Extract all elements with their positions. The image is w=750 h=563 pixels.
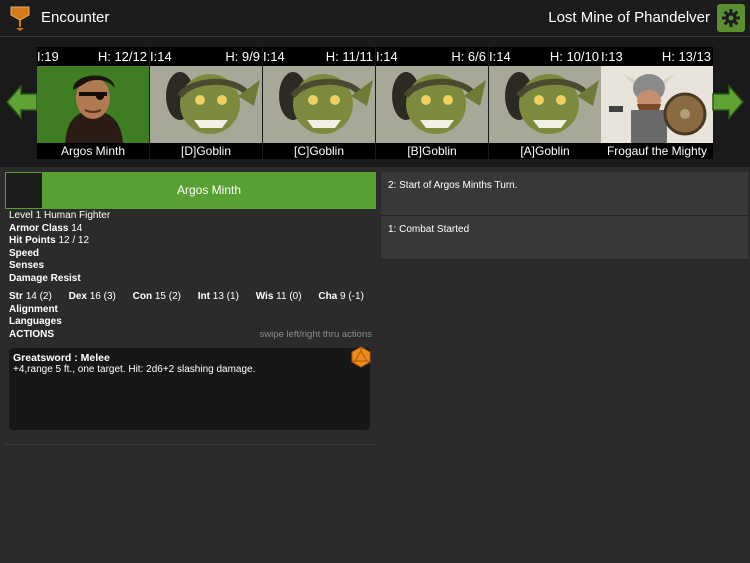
- initiative-value: I:14: [150, 49, 172, 64]
- hit-points-value: H: 13/13: [661, 49, 711, 64]
- initiative-value: I:19: [37, 49, 59, 64]
- divider: [5, 444, 376, 445]
- combatant-card[interactable]: I:14 H: 11/11 [C]Goblin: [263, 47, 375, 159]
- log-entry[interactable]: 1: Combat Started: [381, 216, 748, 260]
- combatant-name: [D]Goblin: [150, 143, 262, 159]
- log-entry-text: 2: Start of Argos Minths Turn.: [388, 180, 518, 191]
- character-name: Argos Minth: [176, 183, 242, 197]
- hit-points-value: H: 11/11: [325, 49, 373, 64]
- ability-str: Str 14 (2): [9, 291, 52, 302]
- settings-button[interactable]: [717, 4, 745, 32]
- next-turn-button[interactable]: [711, 84, 745, 120]
- hit-points-label: Hit Points: [9, 235, 56, 246]
- goblin-portrait: [376, 66, 488, 143]
- hit-points-value: H: 10/10: [549, 49, 599, 64]
- character-thumbnail[interactable]: [6, 173, 42, 208]
- hit-points-value: H: 6/6: [451, 49, 486, 64]
- hit-points-value: H: 9/9: [225, 49, 260, 64]
- action-description: +4,range 5 ft., one target. Hit: 2d6+2 s…: [13, 364, 256, 375]
- ability-scores: Str 14 (2) Dex 16 (3) Con 15 (2) Int 13 …: [9, 291, 374, 304]
- damage-resist-label: Damage Resist: [9, 272, 81, 284]
- stat-block: Level 1 Human Fighter Armor Class 14 Hit…: [9, 210, 374, 341]
- character-summary: Level 1 Human Fighter: [9, 210, 111, 221]
- combatant-name: Argos Minth: [37, 143, 149, 159]
- ability-int: Int 13 (1): [197, 291, 239, 302]
- goblin-portrait: [263, 66, 375, 143]
- combatant-stats: I:14 H: 10/10: [489, 47, 601, 66]
- top-bar: Encounter Lost Mine of Phandelver: [0, 0, 750, 37]
- initiative-value: I:14: [263, 49, 285, 64]
- hit-points-value: H: 12/12: [97, 49, 147, 64]
- action-card[interactable]: Greatsword : Melee +4,range 5 ft., one t…: [9, 346, 372, 430]
- dwarf-warrior-portrait: [601, 66, 713, 143]
- page-title: Encounter: [41, 9, 110, 26]
- combatant-card[interactable]: I:14 H: 6/6 [B]Goblin: [376, 47, 488, 159]
- combatant-card[interactable]: I:14 H: 9/9 [D]Goblin: [150, 47, 262, 159]
- armor-class-value: 14: [71, 222, 83, 234]
- armor-class-row: Armor Class 14: [9, 223, 374, 236]
- combatant-name: [C]Goblin: [263, 143, 375, 159]
- swipe-hint: swipe left/right thru actions: [259, 329, 372, 340]
- combatant-stats: I:14 H: 11/11: [263, 47, 375, 66]
- actions-heading: ACTIONS: [9, 328, 54, 340]
- gear-icon: [722, 9, 740, 27]
- d20-dice-icon[interactable]: [350, 346, 372, 368]
- character-name-bar[interactable]: Argos Minth: [5, 172, 376, 209]
- ability-cha: Cha 9 (-1): [318, 291, 364, 302]
- senses-label: Senses: [9, 260, 45, 271]
- initiative-value: I:14: [489, 49, 511, 64]
- log-entry-text: 1: Combat Started: [388, 224, 470, 235]
- combatant-name: [B]Goblin: [376, 143, 488, 159]
- alignment-label: Alignment: [9, 303, 58, 315]
- action-name: Greatsword : Melee: [13, 352, 110, 364]
- initiative-value: I:13: [601, 49, 623, 64]
- goblin-portrait: [150, 66, 262, 143]
- shield-trophy-icon[interactable]: [10, 6, 30, 32]
- fighter-portrait: [37, 66, 149, 143]
- speed-label: Speed: [9, 247, 40, 259]
- combatant-card[interactable]: I:19 H: 12/12 Argos Minth: [37, 47, 149, 159]
- languages-label: Languages: [9, 316, 62, 327]
- initiative-tracker[interactable]: I:19 H: 12/12 Argos Minth I:14 H: 9/9 [D…: [0, 37, 750, 167]
- goblin-portrait: [489, 66, 601, 143]
- combatant-name: [A]Goblin: [489, 143, 601, 159]
- ability-dex: Dex 16 (3): [68, 291, 116, 302]
- combat-log-panel: 2: Start of Argos Minths Turn. 1: Combat…: [381, 172, 748, 558]
- combatant-name: Frogauf the Mighty: [601, 143, 713, 159]
- hit-points-row: Hit Points 12 / 12: [9, 235, 374, 248]
- previous-turn-button[interactable]: [5, 84, 39, 120]
- log-entry[interactable]: 2: Start of Argos Minths Turn.: [381, 172, 748, 216]
- combatant-stats: I:14 H: 6/6: [376, 47, 488, 66]
- combatant-stats: I:13 H: 13/13: [601, 47, 713, 66]
- combatant-stats: I:19 H: 12/12: [37, 47, 149, 66]
- combatant-card[interactable]: I:13 H: 13/13 Frogauf the Mighty: [601, 47, 713, 159]
- ability-wis: Wis 11 (0): [255, 291, 302, 302]
- initiative-value: I:14: [376, 49, 398, 64]
- armor-class-label: Armor Class: [9, 222, 69, 234]
- hit-points-value: 12 / 12: [58, 235, 90, 246]
- character-sheet-panel: Argos Minth Level 1 Human Fighter Armor …: [5, 172, 376, 558]
- combatant-card[interactable]: I:14 H: 10/10 [A]Goblin: [489, 47, 601, 159]
- combatant-stats: I:14 H: 9/9: [150, 47, 262, 66]
- ability-con: Con 15 (2): [132, 291, 181, 302]
- campaign-title[interactable]: Lost Mine of Phandelver: [548, 9, 710, 26]
